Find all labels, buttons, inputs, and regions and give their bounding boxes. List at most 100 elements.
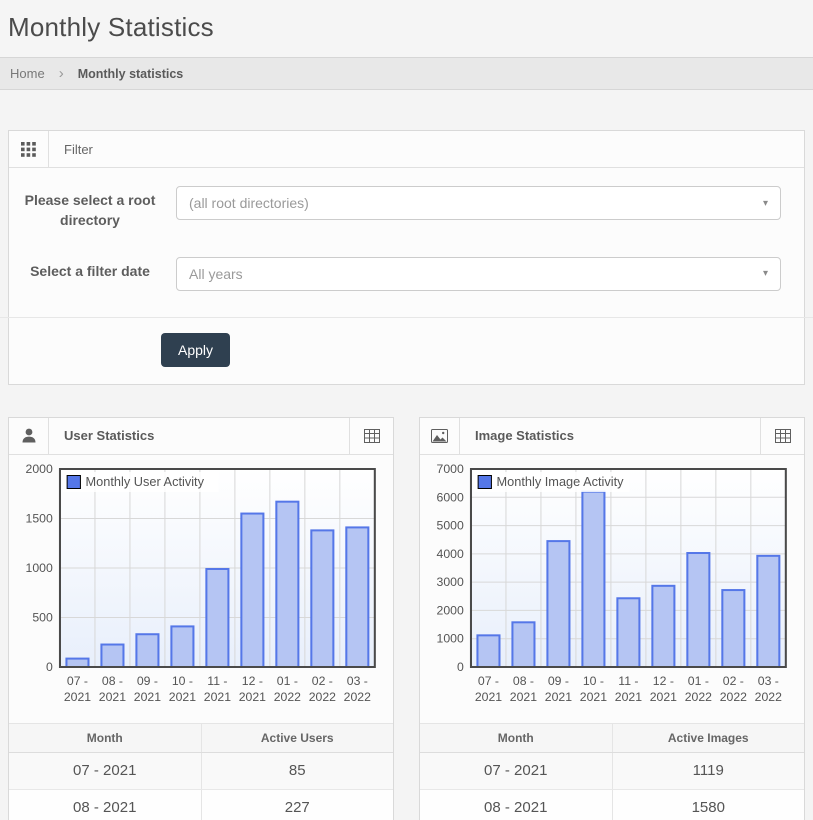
table-header-row: MonthActive Users	[9, 723, 393, 752]
x-axis-tick-label: 01 -2022	[274, 674, 302, 704]
filter-panel-header: Filter	[9, 131, 804, 168]
table-row: 07 - 202185	[9, 752, 393, 789]
y-axis-tick-label: 1000	[26, 561, 54, 575]
x-axis-tick-label: 03 -2022	[344, 674, 372, 704]
bar	[687, 553, 709, 667]
table-row: 08 - 20211580	[420, 789, 804, 820]
table-cell: 08 - 2021	[420, 789, 612, 820]
breadcrumb-current: Monthly statistics	[78, 67, 184, 81]
bar	[722, 590, 744, 667]
root-directory-select[interactable]: (all root directories) ▾	[176, 186, 781, 220]
x-axis-tick-label: 12 -2021	[239, 674, 267, 704]
page-header: Monthly Statistics	[0, 0, 813, 57]
image-statistics-panel: Image Statistics 01000200030004000500060…	[419, 417, 805, 820]
filter-date-select-value: All years	[189, 266, 763, 282]
bar	[582, 491, 604, 666]
filter-date-row: Select a filter date All years ▾	[24, 257, 789, 291]
column-header: Month	[420, 723, 612, 752]
bar	[136, 634, 158, 667]
bar	[241, 513, 263, 666]
filter-panel: Filter Please select a root directory (a…	[8, 130, 805, 385]
image-activity-chart: 0100020003000400050006000700007 -202108 …	[420, 455, 804, 723]
bar	[311, 530, 333, 667]
chart-legend: Monthly Image Activity	[474, 472, 629, 492]
apply-button[interactable]: Apply	[161, 333, 230, 367]
breadcrumb-chevron-icon: ›	[59, 66, 64, 81]
y-axis-tick-label: 5000	[437, 518, 465, 532]
bar	[617, 598, 639, 667]
bar	[276, 501, 298, 666]
y-axis-tick-label: 2000	[437, 603, 465, 617]
column-header: Active Users	[201, 723, 393, 752]
table-row: 07 - 20211119	[420, 752, 804, 789]
y-axis-tick-label: 7000	[437, 463, 465, 476]
bar	[101, 644, 123, 666]
x-axis-tick-label: 03 -2022	[755, 674, 783, 704]
filter-form: Please select a root directory (all root…	[9, 168, 804, 291]
filter-panel-title: Filter	[49, 131, 804, 167]
user-statistics-table: MonthActive Users07 - 20218508 - 2021227…	[9, 723, 393, 820]
column-header: Month	[9, 723, 201, 752]
y-axis-tick-label: 4000	[437, 547, 465, 561]
chevron-down-icon: ▾	[763, 198, 768, 209]
y-axis-tick-label: 1000	[437, 631, 465, 645]
bar	[757, 555, 779, 666]
image-statistics-header: Image Statistics	[420, 418, 804, 455]
bar	[206, 569, 228, 667]
apply-row: Apply	[9, 318, 804, 384]
user-statistics-header: User Statistics	[9, 418, 393, 455]
filter-date-label: Select a filter date	[24, 257, 156, 291]
bar	[66, 658, 88, 666]
breadcrumb-home-link[interactable]: Home	[10, 66, 45, 81]
filter-date-select[interactable]: All years ▾	[176, 257, 781, 291]
bar	[652, 585, 674, 666]
y-axis-tick-label: 2000	[26, 463, 54, 476]
user-activity-chart: 050010001500200007 -202108 -202109 -2021…	[9, 455, 393, 723]
x-axis-tick-label: 10 -2021	[169, 674, 197, 704]
x-axis-tick-label: 07 -2021	[475, 674, 503, 704]
root-directory-row: Please select a root directory (all root…	[24, 186, 789, 231]
grid-icon	[9, 131, 49, 167]
x-axis-tick-label: 11 -2021	[204, 674, 232, 704]
x-axis-tick-label: 01 -2022	[685, 674, 713, 704]
bar	[171, 626, 193, 667]
x-axis-tick-label: 08 -2021	[99, 674, 127, 704]
user-icon	[9, 418, 49, 454]
table-cell: 07 - 2021	[420, 752, 612, 789]
user-statistics-panel: User Statistics 050010001500200007 -2021…	[8, 417, 394, 820]
image-statistics-table: MonthActive Images07 - 2021111908 - 2021…	[420, 723, 804, 820]
x-axis-tick-label: 02 -2022	[720, 674, 748, 704]
x-axis-tick-label: 11 -2021	[615, 674, 643, 704]
bar	[346, 527, 368, 667]
table-row: 08 - 2021227	[9, 789, 393, 820]
table-cell: 85	[201, 752, 393, 789]
table-icon[interactable]	[760, 418, 804, 454]
bar	[477, 635, 499, 667]
statistics-columns: User Statistics 050010001500200007 -2021…	[8, 417, 805, 820]
table-cell: 1119	[612, 752, 804, 789]
page-title: Monthly Statistics	[8, 12, 803, 43]
y-axis-tick-label: 0	[46, 660, 53, 674]
root-directory-label: Please select a root directory	[24, 186, 156, 231]
chevron-down-icon: ▾	[763, 268, 768, 279]
page: Monthly Statistics Home › Monthly statis…	[0, 0, 813, 820]
x-axis-tick-label: 09 -2021	[545, 674, 573, 704]
x-axis-tick-label: 02 -2022	[309, 674, 337, 704]
x-axis-tick-label: 09 -2021	[134, 674, 162, 704]
svg-text:Monthly User Activity: Monthly User Activity	[86, 475, 205, 489]
table-header-row: MonthActive Images	[420, 723, 804, 752]
y-axis-tick-label: 500	[32, 610, 53, 624]
x-axis-tick-label: 12 -2021	[650, 674, 678, 704]
table-icon[interactable]	[349, 418, 393, 454]
image-statistics-title: Image Statistics	[460, 418, 760, 454]
y-axis-tick-label: 0	[457, 660, 464, 674]
chart-legend: Monthly User Activity	[63, 472, 218, 492]
y-axis-tick-label: 6000	[437, 490, 465, 504]
table-cell: 08 - 2021	[9, 789, 201, 820]
table-cell: 1580	[612, 789, 804, 820]
column-header: Active Images	[612, 723, 804, 752]
root-directory-select-value: (all root directories)	[189, 195, 763, 211]
image-icon	[420, 418, 460, 454]
bar-chart: 0100020003000400050006000700007 -202108 …	[426, 463, 794, 719]
bar	[512, 622, 534, 667]
